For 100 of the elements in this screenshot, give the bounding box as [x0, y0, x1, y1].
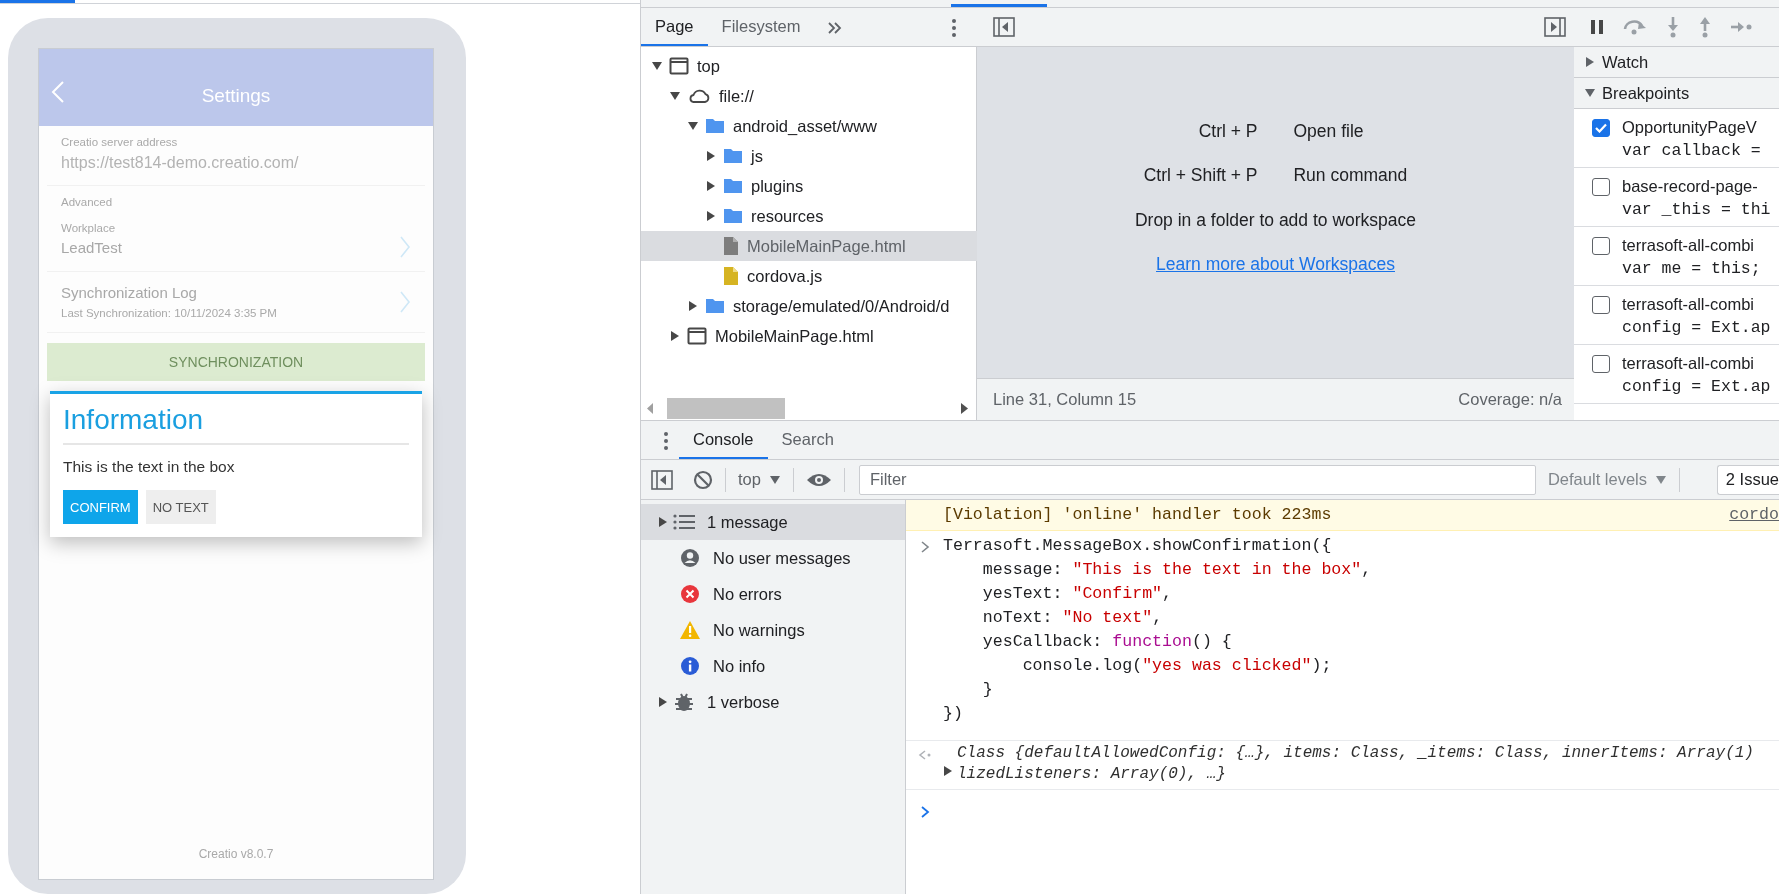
code-line: } [982, 679, 994, 701]
caret-right-icon [1584, 56, 1596, 68]
checkbox[interactable] [1592, 355, 1610, 373]
chevron-right-icon [919, 540, 930, 554]
breakpoint-file: terrasoft-all-combi [1622, 235, 1756, 256]
version-label: Creatio v8.0.7 [197, 846, 275, 863]
breakpoint-file: base-record-page- [1622, 176, 1759, 197]
checkbox[interactable] [1592, 237, 1610, 255]
tab[interactable]: Filesystem [707, 8, 815, 46]
caret-right-icon[interactable] [705, 210, 717, 222]
filter-item[interactable]: No info [641, 648, 905, 684]
section-header[interactable]: Watch [1574, 47, 1779, 78]
code-line: }) [943, 703, 964, 725]
filter-item[interactable]: 1 message [641, 504, 905, 540]
window-icon [669, 56, 689, 76]
tab[interactable]: Page [641, 8, 708, 46]
debugger-toggle-icon[interactable] [1544, 17, 1566, 37]
clear-console-icon[interactable] [693, 469, 713, 490]
field-value: https://test814-demo.creatio.com/ [61, 153, 300, 174]
checkbox[interactable] [1592, 119, 1610, 137]
caret-right-icon[interactable] [657, 696, 669, 708]
filter-item[interactable]: No user messages [641, 540, 905, 576]
section-label: Advanced [61, 195, 114, 211]
tree-item[interactable]: android_asset/www [641, 111, 977, 141]
tree-item[interactable]: file:// [641, 81, 977, 111]
tree-item[interactable]: js [641, 141, 977, 171]
code-line: yesCallback: function() { [982, 631, 1233, 653]
filter-item[interactable]: No warnings [641, 612, 905, 648]
tab[interactable]: Search [767, 421, 848, 459]
section-header[interactable]: Breakpoints [1574, 78, 1779, 109]
navigator-toggle-icon[interactable] [993, 17, 1015, 37]
cursor-position: Line 31, Column 15 [993, 389, 1137, 411]
filter-item[interactable]: 1 verbose [641, 684, 905, 720]
caret-right-icon[interactable] [705, 180, 717, 192]
breakpoint-code: config = Ext.ap [1622, 317, 1771, 339]
bug-icon [673, 692, 695, 712]
tree-item[interactable]: cordova.js [641, 261, 977, 291]
breakpoint-file: terrasoft-all-combi [1622, 294, 1756, 315]
double-chevron-icon[interactable] [826, 20, 843, 36]
checkbox[interactable] [1592, 296, 1610, 314]
info-icon [679, 656, 701, 676]
breakpoint-file: terrasoft-all-combi [1622, 353, 1756, 374]
dialog-button[interactable]: NO TEXT [145, 490, 216, 525]
caret-right-icon[interactable] [705, 150, 717, 162]
eye-icon[interactable] [805, 471, 832, 488]
file-icon [723, 266, 739, 286]
folder-icon [705, 296, 725, 316]
filter-item[interactable]: No errors [641, 576, 905, 612]
tree-item[interactable]: resources [641, 201, 977, 231]
breakpoint-code: var me = this; [1622, 258, 1761, 280]
caret-right-icon[interactable] [669, 330, 681, 342]
checkbox[interactable] [1592, 178, 1610, 196]
context-dropdown[interactable]: top [738, 467, 781, 492]
user-icon [679, 548, 701, 568]
dialog-message: This is the text in the box [63, 457, 236, 477]
caret-down-icon [1655, 473, 1667, 486]
breakpoint-code: var callback = [1622, 140, 1761, 162]
code-line: Terrasoft.MessageBox.showConfirmation({ [943, 535, 1333, 557]
prompt-icon[interactable] [920, 804, 930, 819]
tree-item[interactable]: top [641, 51, 977, 81]
caret-right-icon[interactable] [687, 300, 699, 312]
shortcut-action: Run command [1293, 164, 1408, 188]
caret-down-icon[interactable] [669, 90, 681, 102]
chevron-right-icon [399, 290, 411, 315]
sidebar-toggle-icon[interactable] [651, 469, 673, 490]
breakpoint-file: OpportunityPageV [1622, 117, 1758, 138]
warning-icon [679, 620, 701, 640]
console-message: [Violation] 'online' handler took 223ms [943, 503, 1332, 526]
result-arrow-icon [917, 749, 932, 761]
screen-title: Settings [201, 83, 271, 108]
tree-item[interactable]: MobileMainPage.html [641, 321, 977, 351]
code-line: yesText: "Confirm", [982, 583, 1174, 605]
caret-right-icon[interactable] [943, 765, 953, 777]
field-label: Creatio server address [61, 135, 179, 150]
caret-right-icon[interactable] [657, 516, 669, 528]
kebab-menu-icon[interactable] [663, 431, 669, 451]
field-label: Workplace [61, 220, 117, 236]
shortcut-keys: Ctrl + Shift + P [1143, 162, 1258, 189]
folder-icon [723, 146, 743, 166]
list-icon [673, 512, 695, 532]
issues-button[interactable]: 2 Issue [1716, 464, 1779, 495]
folder-icon [723, 206, 743, 226]
coverage-label: Coverage: n/a [1458, 389, 1562, 411]
kebab-menu-icon[interactable] [951, 18, 957, 38]
tree-item[interactable]: plugins [641, 171, 977, 201]
shortcut-action: Open file [1293, 120, 1365, 143]
file-icon [723, 236, 739, 256]
tree-item[interactable]: MobileMainPage.html [641, 231, 977, 261]
source-link[interactable]: cordo [1729, 502, 1779, 528]
filter-field[interactable]: Filter [858, 464, 1536, 495]
dialog-title: Information [63, 403, 205, 437]
pause-icon[interactable] [1590, 19, 1604, 35]
caret-down-icon [1584, 87, 1596, 99]
result-line: lizedListeners: Array(0), …} [957, 764, 1227, 785]
tree-item[interactable]: storage/emulated/0/Android/d [641, 291, 977, 321]
folder-icon [723, 176, 743, 196]
shortcut-keys: Ctrl + P [1143, 118, 1258, 145]
code-line: console.log("yes was clicked"); [1022, 655, 1333, 677]
caret-down-icon[interactable] [651, 60, 663, 72]
caret-down-icon[interactable] [687, 120, 699, 132]
